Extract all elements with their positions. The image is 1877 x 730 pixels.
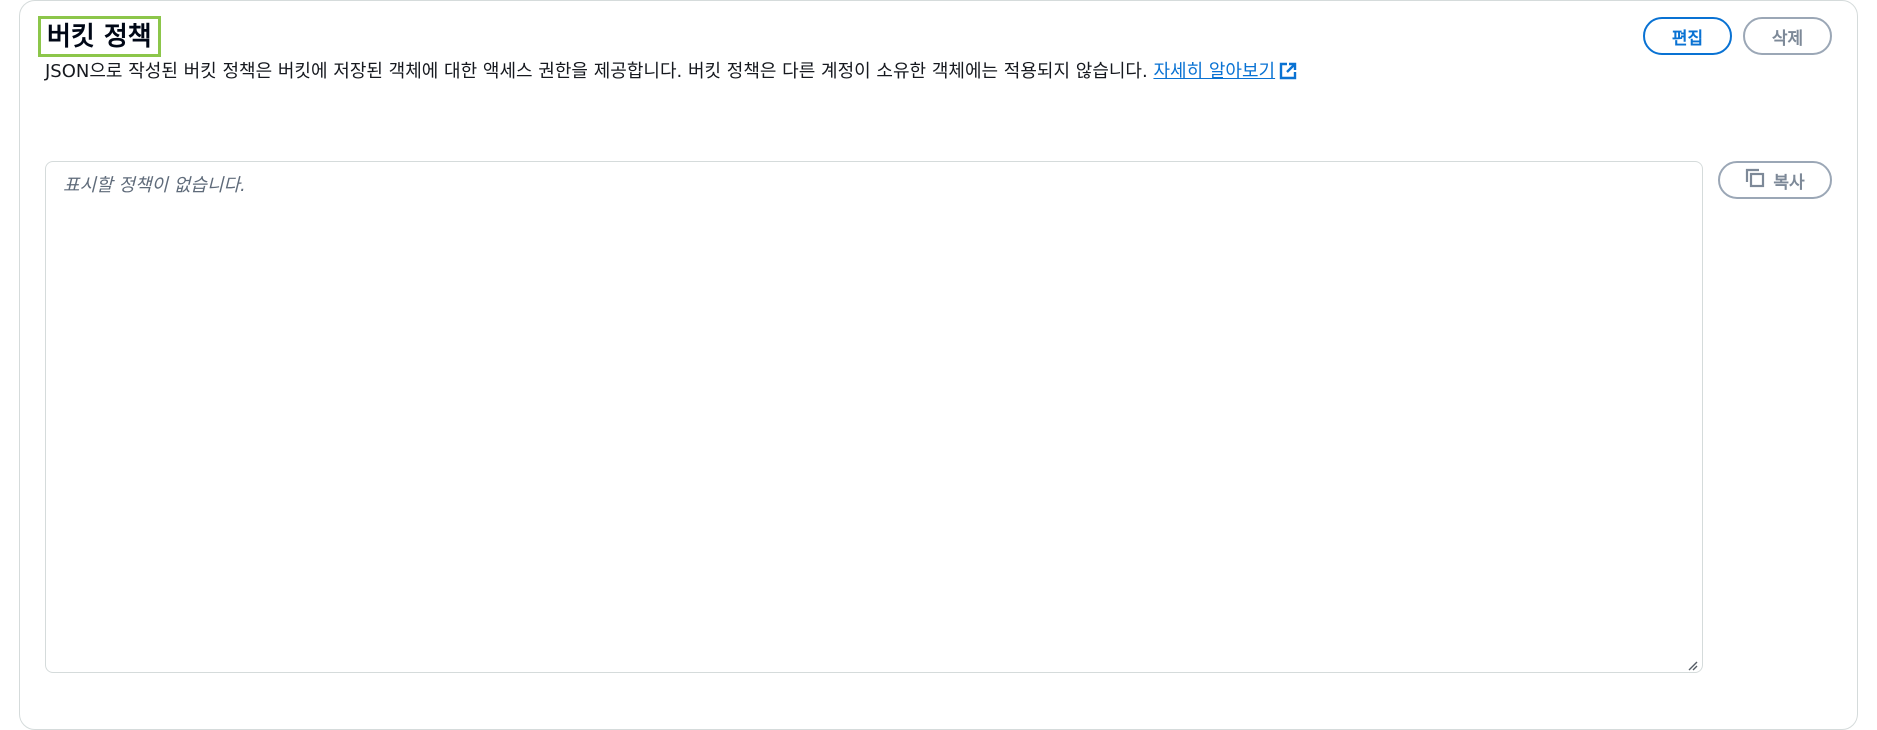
description-text: JSON으로 작성된 버킷 정책은 버킷에 저장된 객체에 대한 액세스 권한을… [45,61,1148,82]
copy-button-label: 복사 [1773,172,1805,193]
copy-icon [1745,168,1765,193]
learn-more-link[interactable]: 자세히 알아보기 [1153,61,1297,82]
external-link-icon [1279,61,1297,89]
edit-button-label: 편집 [1671,28,1704,49]
copy-button[interactable]: 복사 [1718,161,1832,199]
learn-more-label: 자세히 알아보기 [1153,61,1276,82]
policy-placeholder: 표시할 정책이 없습니다. [63,175,246,196]
policy-textarea[interactable]: 표시할 정책이 없습니다. [45,161,1703,673]
delete-button-label: 삭제 [1771,28,1804,49]
resize-handle-icon[interactable] [1686,656,1698,671]
section-description: JSON으로 작성된 버킷 정책은 버킷에 저장된 객체에 대한 액세스 권한을… [45,58,1297,89]
page-title: 버킷 정책 [47,21,152,52]
delete-button[interactable]: 삭제 [1743,17,1832,55]
page-title-highlight: 버킷 정책 [38,16,161,57]
edit-button[interactable]: 편집 [1643,17,1732,55]
